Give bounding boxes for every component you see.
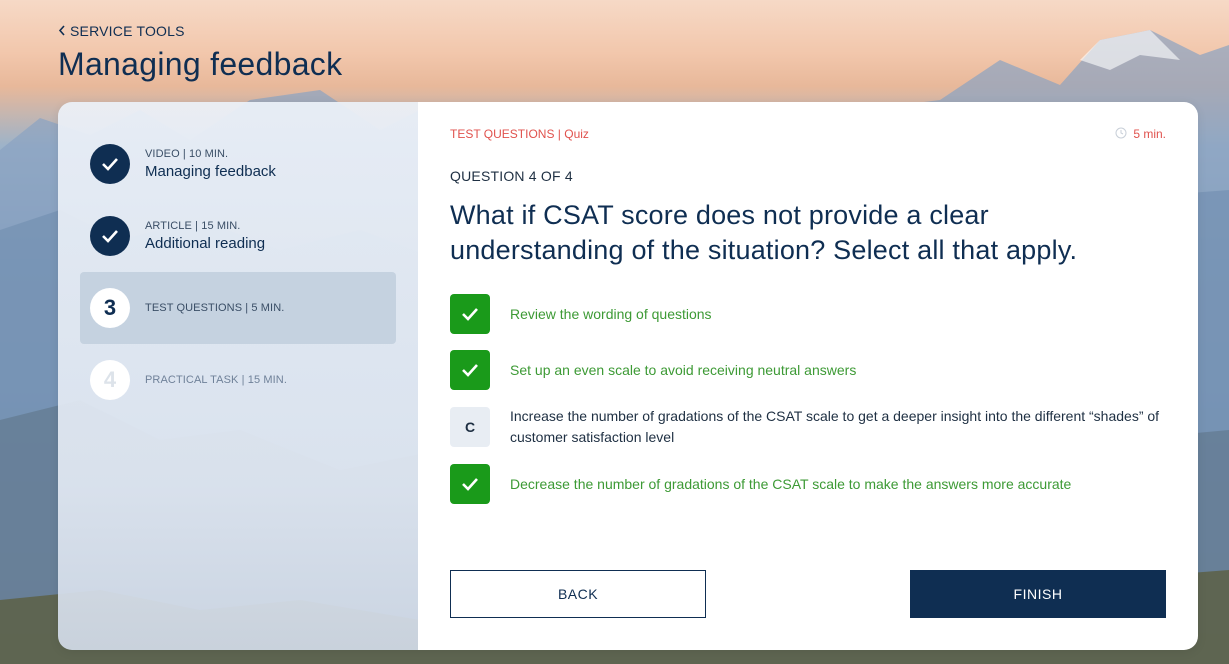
back-button[interactable]: BACK (450, 570, 706, 618)
section-label: TEST QUESTIONS | Quiz (450, 127, 589, 141)
answer-option[interactable]: Set up an even scale to avoid receiving … (450, 350, 1166, 390)
lesson-card: VIDEO | 10 MIN. Managing feedback ARTICL… (58, 102, 1198, 650)
answer-text: Set up an even scale to avoid receiving … (510, 361, 857, 378)
step-meta: VIDEO | 10 MIN. (145, 148, 229, 160)
quiz-panel: TEST QUESTIONS | Quiz 5 min. QUESTION 4 … (418, 102, 1198, 650)
clock-icon (1115, 127, 1127, 142)
check-icon (450, 464, 490, 504)
question-count: QUESTION 4 OF 4 (450, 168, 573, 184)
answer-text: Decrease the number of gradations of the… (510, 475, 1072, 492)
step-name: Managing feedback (145, 163, 276, 180)
step-video[interactable]: VIDEO | 10 MIN. Managing feedback (80, 128, 396, 200)
step-number: 4 (90, 360, 130, 400)
answer-option[interactable]: C Increase the number of gradations of t… (450, 406, 1166, 448)
check-icon (90, 144, 130, 184)
duration-label: 5 min. (1133, 127, 1166, 141)
answer-option[interactable]: Decrease the number of gradations of the… (450, 464, 1166, 504)
step-name: Additional reading (145, 235, 266, 252)
check-icon (450, 350, 490, 390)
chevron-left-icon (58, 24, 66, 39)
step-practical-task: 4 PRACTICAL TASK | 15 MIN. (80, 344, 396, 416)
question-text: What if CSAT score does not provide a cl… (450, 200, 1078, 265)
answer-letter: C (450, 407, 490, 447)
step-meta: PRACTICAL TASK | 15 MIN. (145, 374, 287, 386)
page-title: Managing feedback (58, 46, 343, 82)
breadcrumb-label: SERVICE TOOLS (70, 23, 185, 39)
answer-list: Review the wording of questions Set up a… (450, 294, 1166, 504)
lesson-steps-sidebar: VIDEO | 10 MIN. Managing feedback ARTICL… (58, 102, 418, 650)
answer-option[interactable]: Review the wording of questions (450, 294, 1166, 334)
step-article[interactable]: ARTICLE | 15 MIN. Additional reading (80, 200, 396, 272)
answer-text: Review the wording of questions (510, 305, 712, 322)
finish-button[interactable]: FINISH (910, 570, 1166, 618)
step-test-questions[interactable]: 3 TEST QUESTIONS | 5 MIN. (80, 272, 396, 344)
check-icon (90, 216, 130, 256)
check-icon (450, 294, 490, 334)
step-meta: TEST QUESTIONS | 5 MIN. (145, 302, 285, 314)
answer-text: Increase the number of gradations of the… (510, 408, 1160, 445)
step-number: 3 (90, 288, 130, 328)
breadcrumb-back-link[interactable]: SERVICE TOOLS (58, 23, 185, 39)
duration: 5 min. (1115, 127, 1166, 142)
step-meta: ARTICLE | 15 MIN. (145, 220, 241, 232)
